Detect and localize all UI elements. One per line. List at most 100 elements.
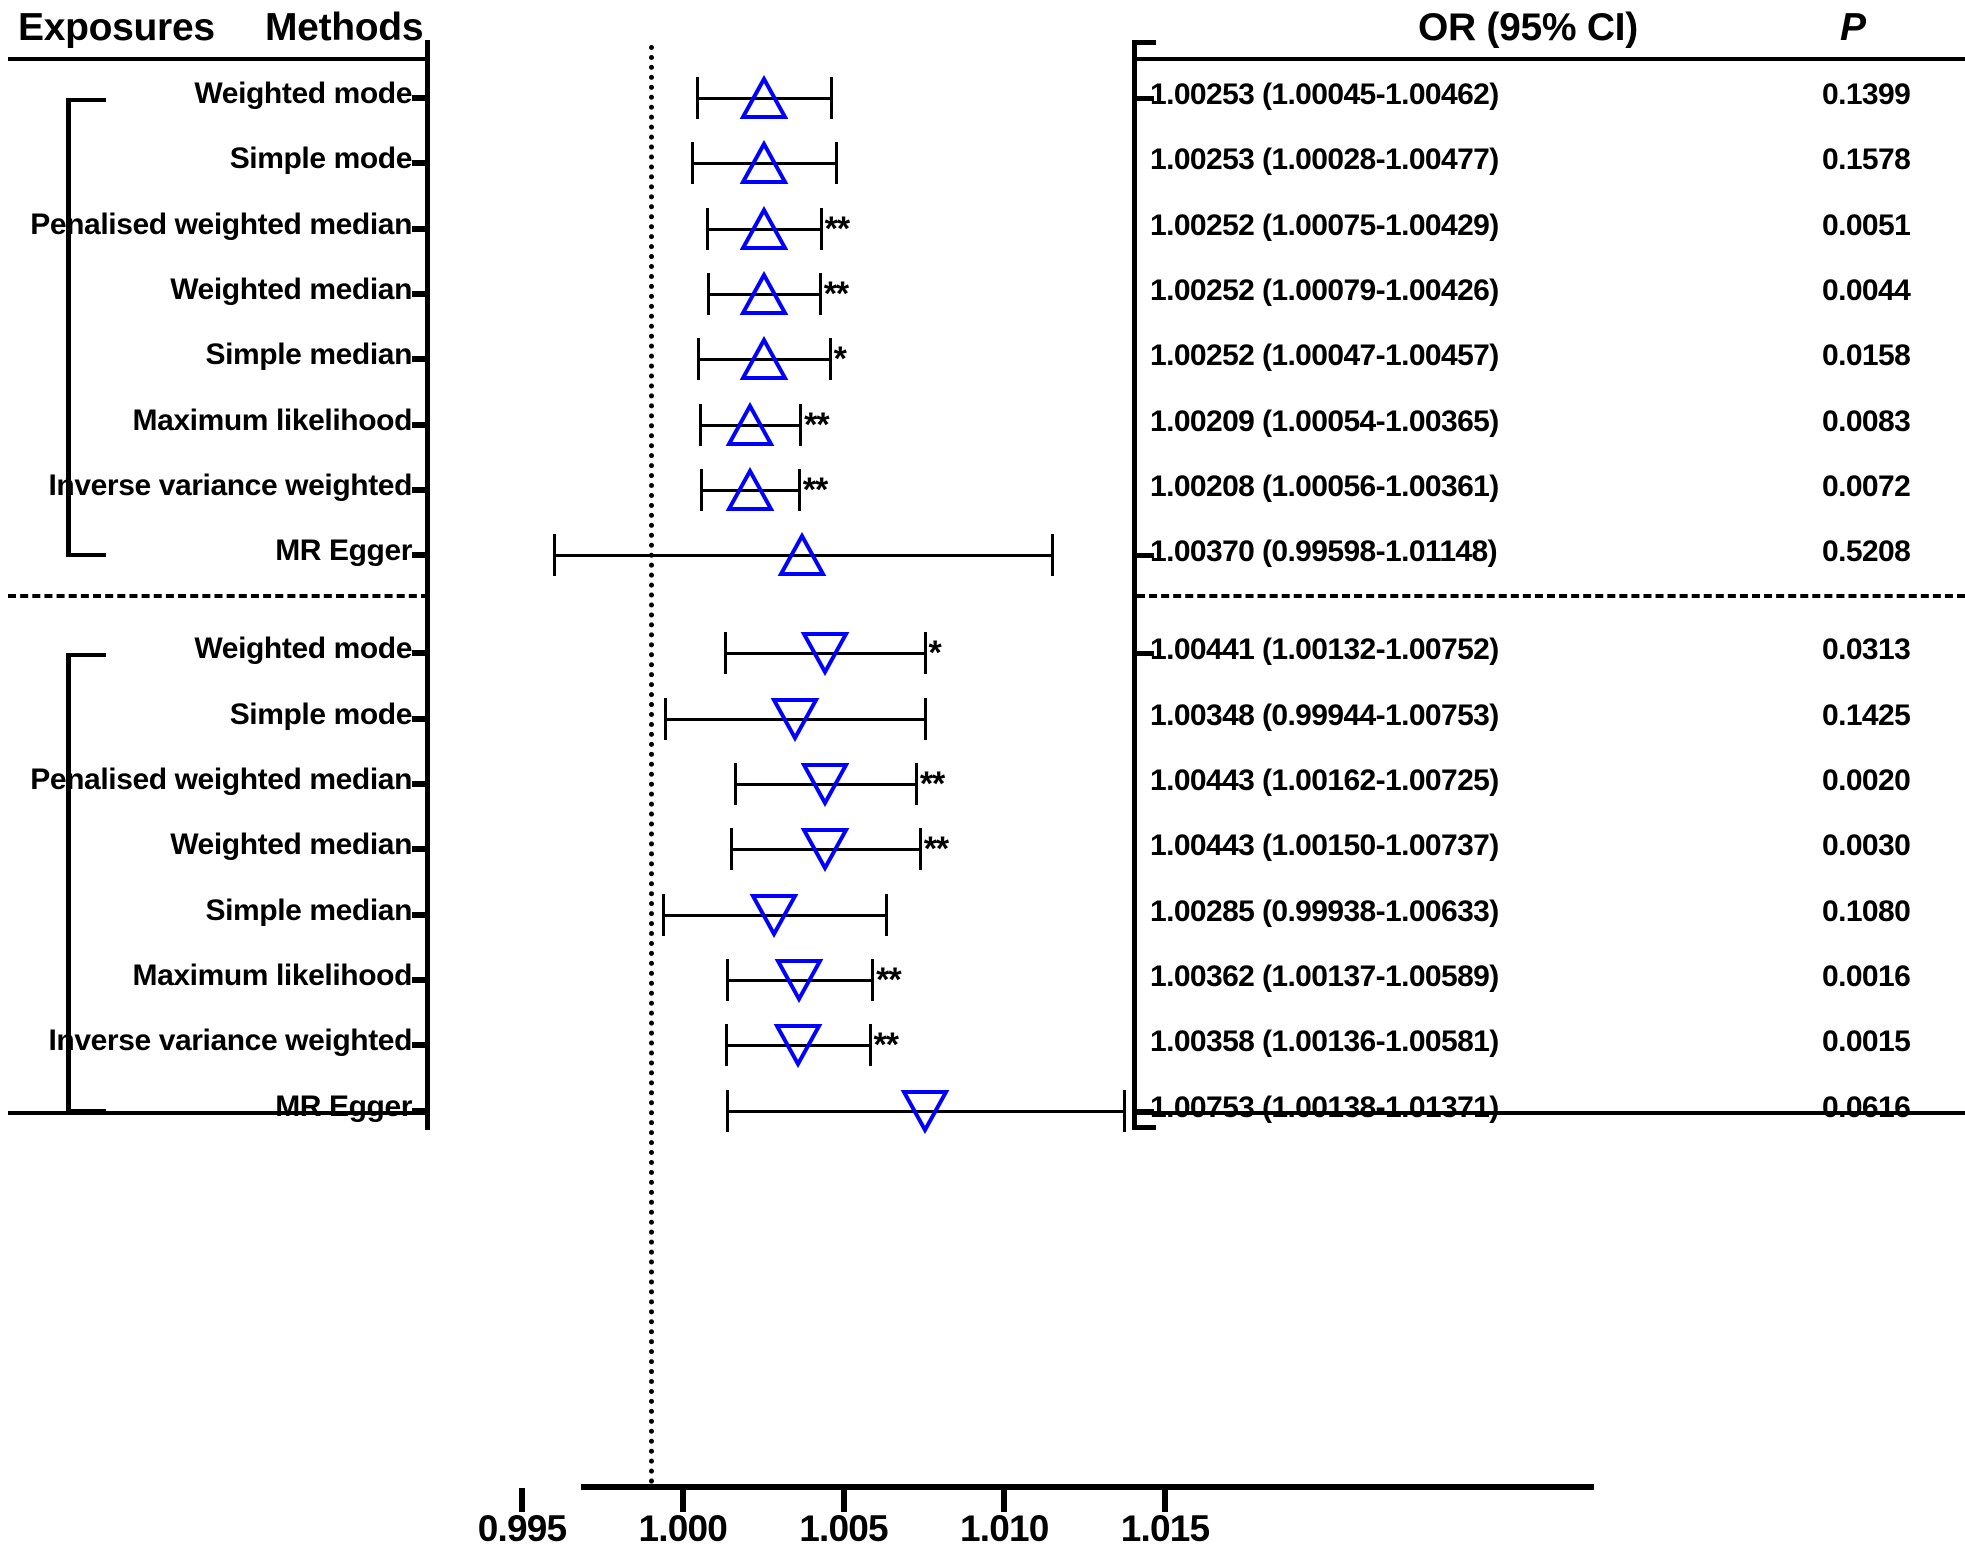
x-axis-tick-label: 1.000 [638,1508,728,1549]
method-row-tick [412,160,430,167]
significance-marker: ** [804,405,829,444]
p-value: 0.0030 [1822,829,1911,863]
ci-cap-upper [797,468,801,511]
method-row-tick [412,781,430,787]
method-row-tick [412,1107,430,1114]
triangle-down-marker [749,893,799,938]
triangle-down-marker [800,828,850,873]
method-label: Penalised weighted median [30,763,412,796]
ci-cap-lower [690,142,694,185]
triangle-up-marker [725,466,774,511]
method-row-tick [412,225,430,232]
column-header-methods: Methods [265,6,424,49]
ci-cap-lower [699,403,703,446]
or-ci-value: 1.00443 (1.00150-1.00737) [1150,829,1499,863]
or-ci-value: 1.00362 (1.00137-1.00589) [1150,959,1499,993]
method-label: Weighted mode [194,77,412,110]
or-ci-value: 1.00443 (1.00162-1.00725) [1150,764,1499,797]
p-value: 0.1080 [1822,894,1911,928]
or-ci-value: 1.00753 (1.00138-1.01371) [1150,1090,1499,1124]
ci-cap-upper [918,828,922,871]
ci-cap-upper [1050,534,1054,577]
method-label: MR Egger [275,1089,412,1123]
p-value: 0.0313 [1822,633,1911,667]
column-header-p: P [1840,6,1867,49]
method-row-tick [412,290,430,297]
ci-cap-upper [923,697,927,740]
x-axis-tick-label: 1.015 [1120,1508,1210,1549]
method-row-tick [412,95,430,101]
significance-marker: * [833,340,847,379]
ci-cap-upper [830,77,834,119]
triangle-down-marker [774,958,824,1004]
or-ci-value: 1.00370 (0.99598-1.01148) [1150,535,1498,569]
significance-marker: ** [919,765,945,803]
or-ci-value: 1.00441 (1.00132-1.00752) [1150,633,1499,667]
p-value: 0.1578 [1822,143,1911,177]
p-value: 0.0020 [1822,764,1911,797]
significance-marker: ** [923,830,949,869]
ci-cap-lower [552,534,556,577]
ci-cap-lower [726,1089,730,1132]
triangle-down-marker [800,763,850,808]
or-ci-value: 1.00252 (1.00075-1.00429) [1150,208,1499,242]
or-ci-value: 1.00358 (1.00136-1.00581) [1150,1025,1499,1059]
method-label: Simple median [205,338,412,372]
significance-marker: ** [876,960,901,999]
method-row-tick [412,976,430,983]
or-ci-value: 1.00252 (1.00047-1.00457) [1150,339,1499,373]
method-row-tick [412,421,430,428]
ci-cap-lower [705,207,709,250]
or-ci-value: 1.00285 (0.99938-1.00633) [1150,894,1499,928]
ci-cap-upper [819,207,823,250]
method-row-tick [412,486,430,493]
ci-cap-lower [696,338,700,381]
reference-line-null [649,45,654,1485]
significance-marker: ** [823,274,849,313]
triangle-down-marker [800,632,849,677]
method-label: Weighted median [170,272,412,306]
method-label: Weighted mode [194,632,412,666]
triangle-up-marker [739,140,789,185]
ci-cap-upper [835,142,839,185]
ci-cap-upper [923,632,927,675]
method-row-tick [412,1042,430,1049]
x-axis-tick-label: 1.005 [799,1508,888,1549]
ci-cap-upper [914,763,918,805]
method-label: MR Egger [275,534,412,568]
triangle-up-marker [777,531,827,577]
ci-cap-lower [725,1024,729,1067]
method-label: Inverse variance weighted [48,1024,412,1058]
p-value: 0.0015 [1822,1025,1911,1059]
triangle-down-marker [770,697,820,742]
p-value: 0.0616 [1822,1090,1911,1124]
ci-cap-upper [828,338,832,381]
ci-cap-upper [799,403,803,446]
method-label: Maximum likelihood [132,958,412,992]
triangle-up-marker [739,205,789,250]
triangle-up-marker [739,336,789,381]
group-separator-right [1137,594,1965,598]
significance-marker: ** [873,1026,899,1065]
p-value: 0.0072 [1822,469,1911,503]
triangle-up-marker [739,74,789,119]
p-value: 0.0044 [1822,273,1911,307]
right-header-rule-top [1132,57,1965,61]
group-separator-left [8,594,429,598]
method-row-tick [412,846,430,853]
triangle-up-marker [725,401,775,446]
p-value: 0.1399 [1822,78,1911,111]
method-row-tick [412,715,430,722]
column-header-or-ci: OR (95% CI) [1418,6,1638,49]
x-axis-tick-label: 0.995 [477,1508,567,1549]
method-row-tick [412,650,430,657]
or-ci-value: 1.00253 (1.00028-1.00477) [1150,143,1499,177]
left-header-rule-top [8,57,429,61]
ci-cap-lower [729,828,733,871]
method-label: Simple mode [229,697,413,731]
method-label: Weighted median [170,828,412,862]
or-ci-value: 1.00209 (1.00054-1.00365) [1150,404,1499,438]
ci-cap-upper [818,272,822,315]
method-row-tick [412,552,430,559]
or-ci-value: 1.00253 (1.00045-1.00462) [1150,78,1499,111]
